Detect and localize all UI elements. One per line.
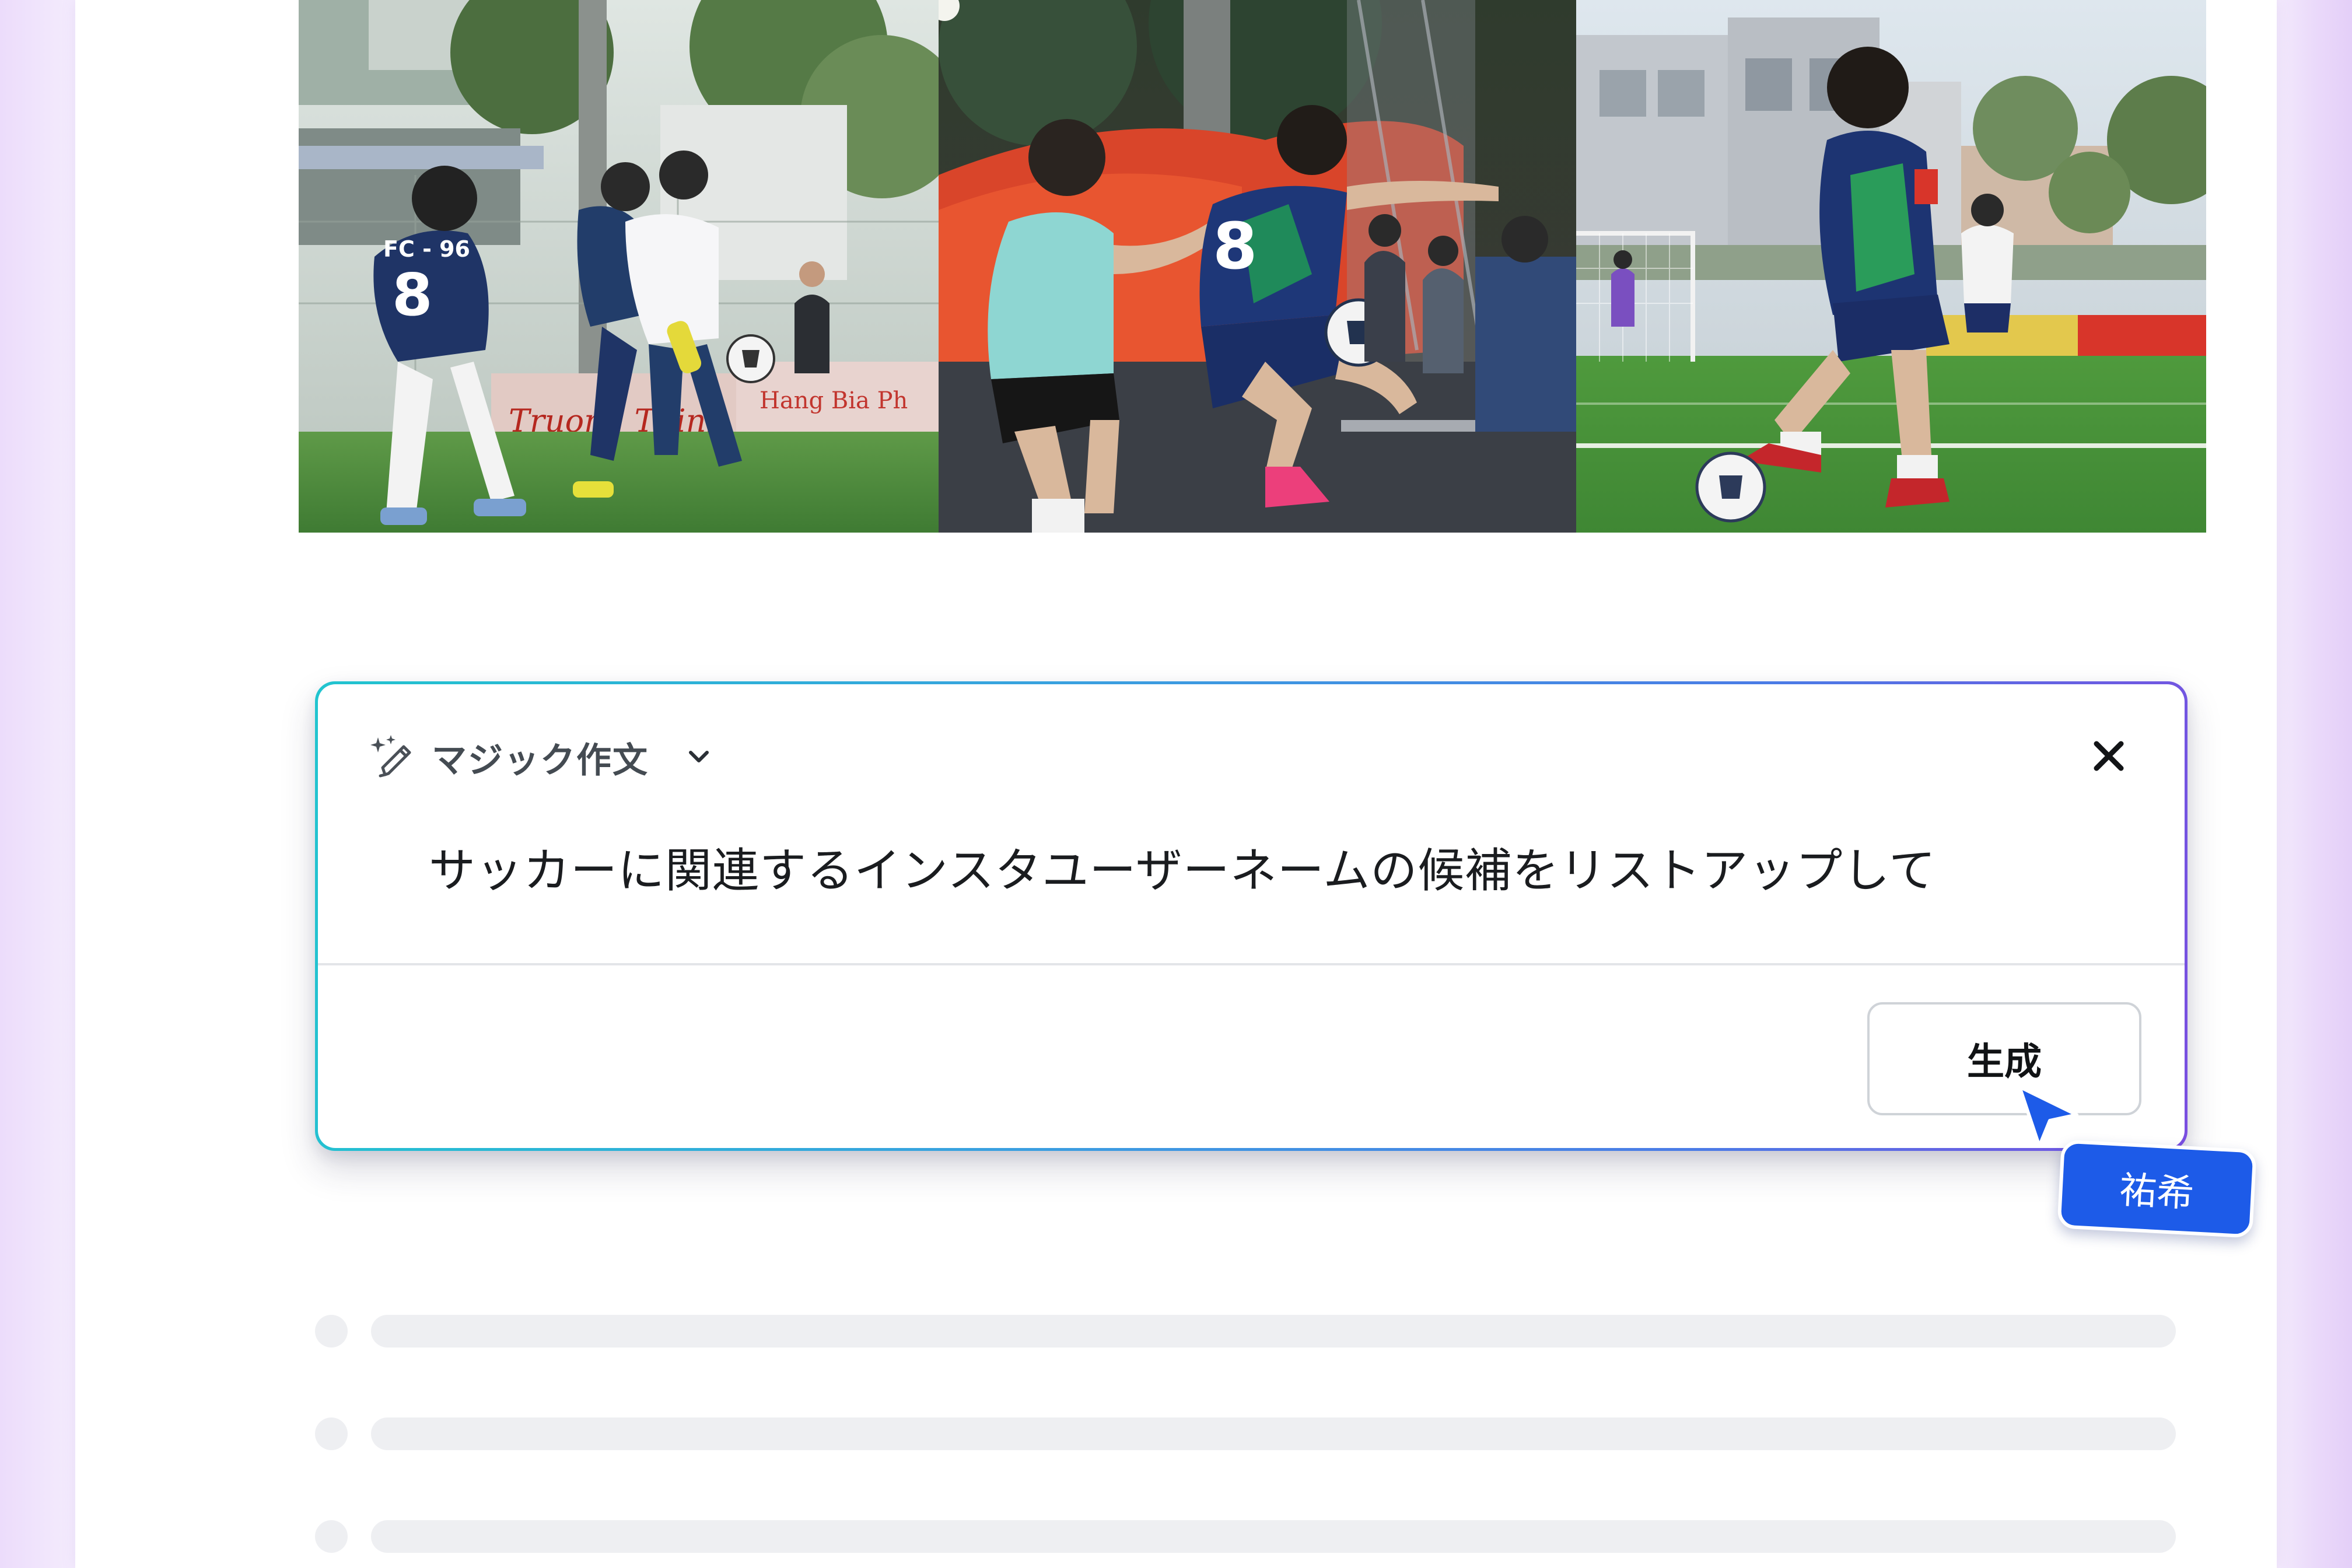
magic-write-header[interactable]: マジック作文 <box>368 728 716 786</box>
magic-write-title: マジック作文 <box>432 740 649 781</box>
football-photo-2[interactable]: 8 <box>939 0 1576 533</box>
banner-text: Hang Bia Ph <box>760 387 908 414</box>
jersey-number: 8 <box>1213 209 1258 284</box>
skeleton-bullet <box>315 1520 348 1553</box>
skeleton-bar <box>371 1315 2176 1348</box>
close-icon[interactable] <box>2088 736 2129 776</box>
skeleton-line <box>315 1418 2176 1450</box>
skeleton-bullet <box>315 1315 348 1348</box>
photo-gallery: Hang Bia Ph Truong Thinh FC - 96 8 8 <box>299 0 2206 533</box>
football-photo-3[interactable] <box>1576 0 2206 533</box>
prompt-input[interactable]: サッカーに関連するインスタユーザーネームの候補をリストアップして <box>429 833 2120 901</box>
divider <box>318 963 2185 965</box>
jersey-text: FC - 96 <box>383 236 470 262</box>
collaborator-name-tag: 祐希 <box>2057 1139 2257 1238</box>
skeleton-bar <box>371 1418 2176 1450</box>
generate-button[interactable]: 生成 <box>1867 1002 2141 1115</box>
skeleton-line <box>315 1315 2176 1348</box>
magic-wand-pencil-icon <box>370 735 411 778</box>
magic-write-panel-body: マジック作文 サッカーに関連するインスタユーザーネームの候補をリストアップして … <box>318 684 2185 1148</box>
skeleton-bar <box>371 1520 2176 1553</box>
magic-write-panel: マジック作文 サッカーに関連するインスタユーザーネームの候補をリストアップして … <box>315 681 2188 1151</box>
jersey-number: 8 <box>392 261 433 329</box>
chevron-down-icon[interactable] <box>681 740 716 775</box>
document-page: Hang Bia Ph Truong Thinh FC - 96 8 8 マジッ… <box>75 0 2277 1568</box>
skeleton-line <box>315 1520 2176 1553</box>
skeleton-bullet <box>315 1418 348 1450</box>
football-photo-1[interactable]: Hang Bia Ph Truong Thinh FC - 96 8 <box>299 0 939 533</box>
